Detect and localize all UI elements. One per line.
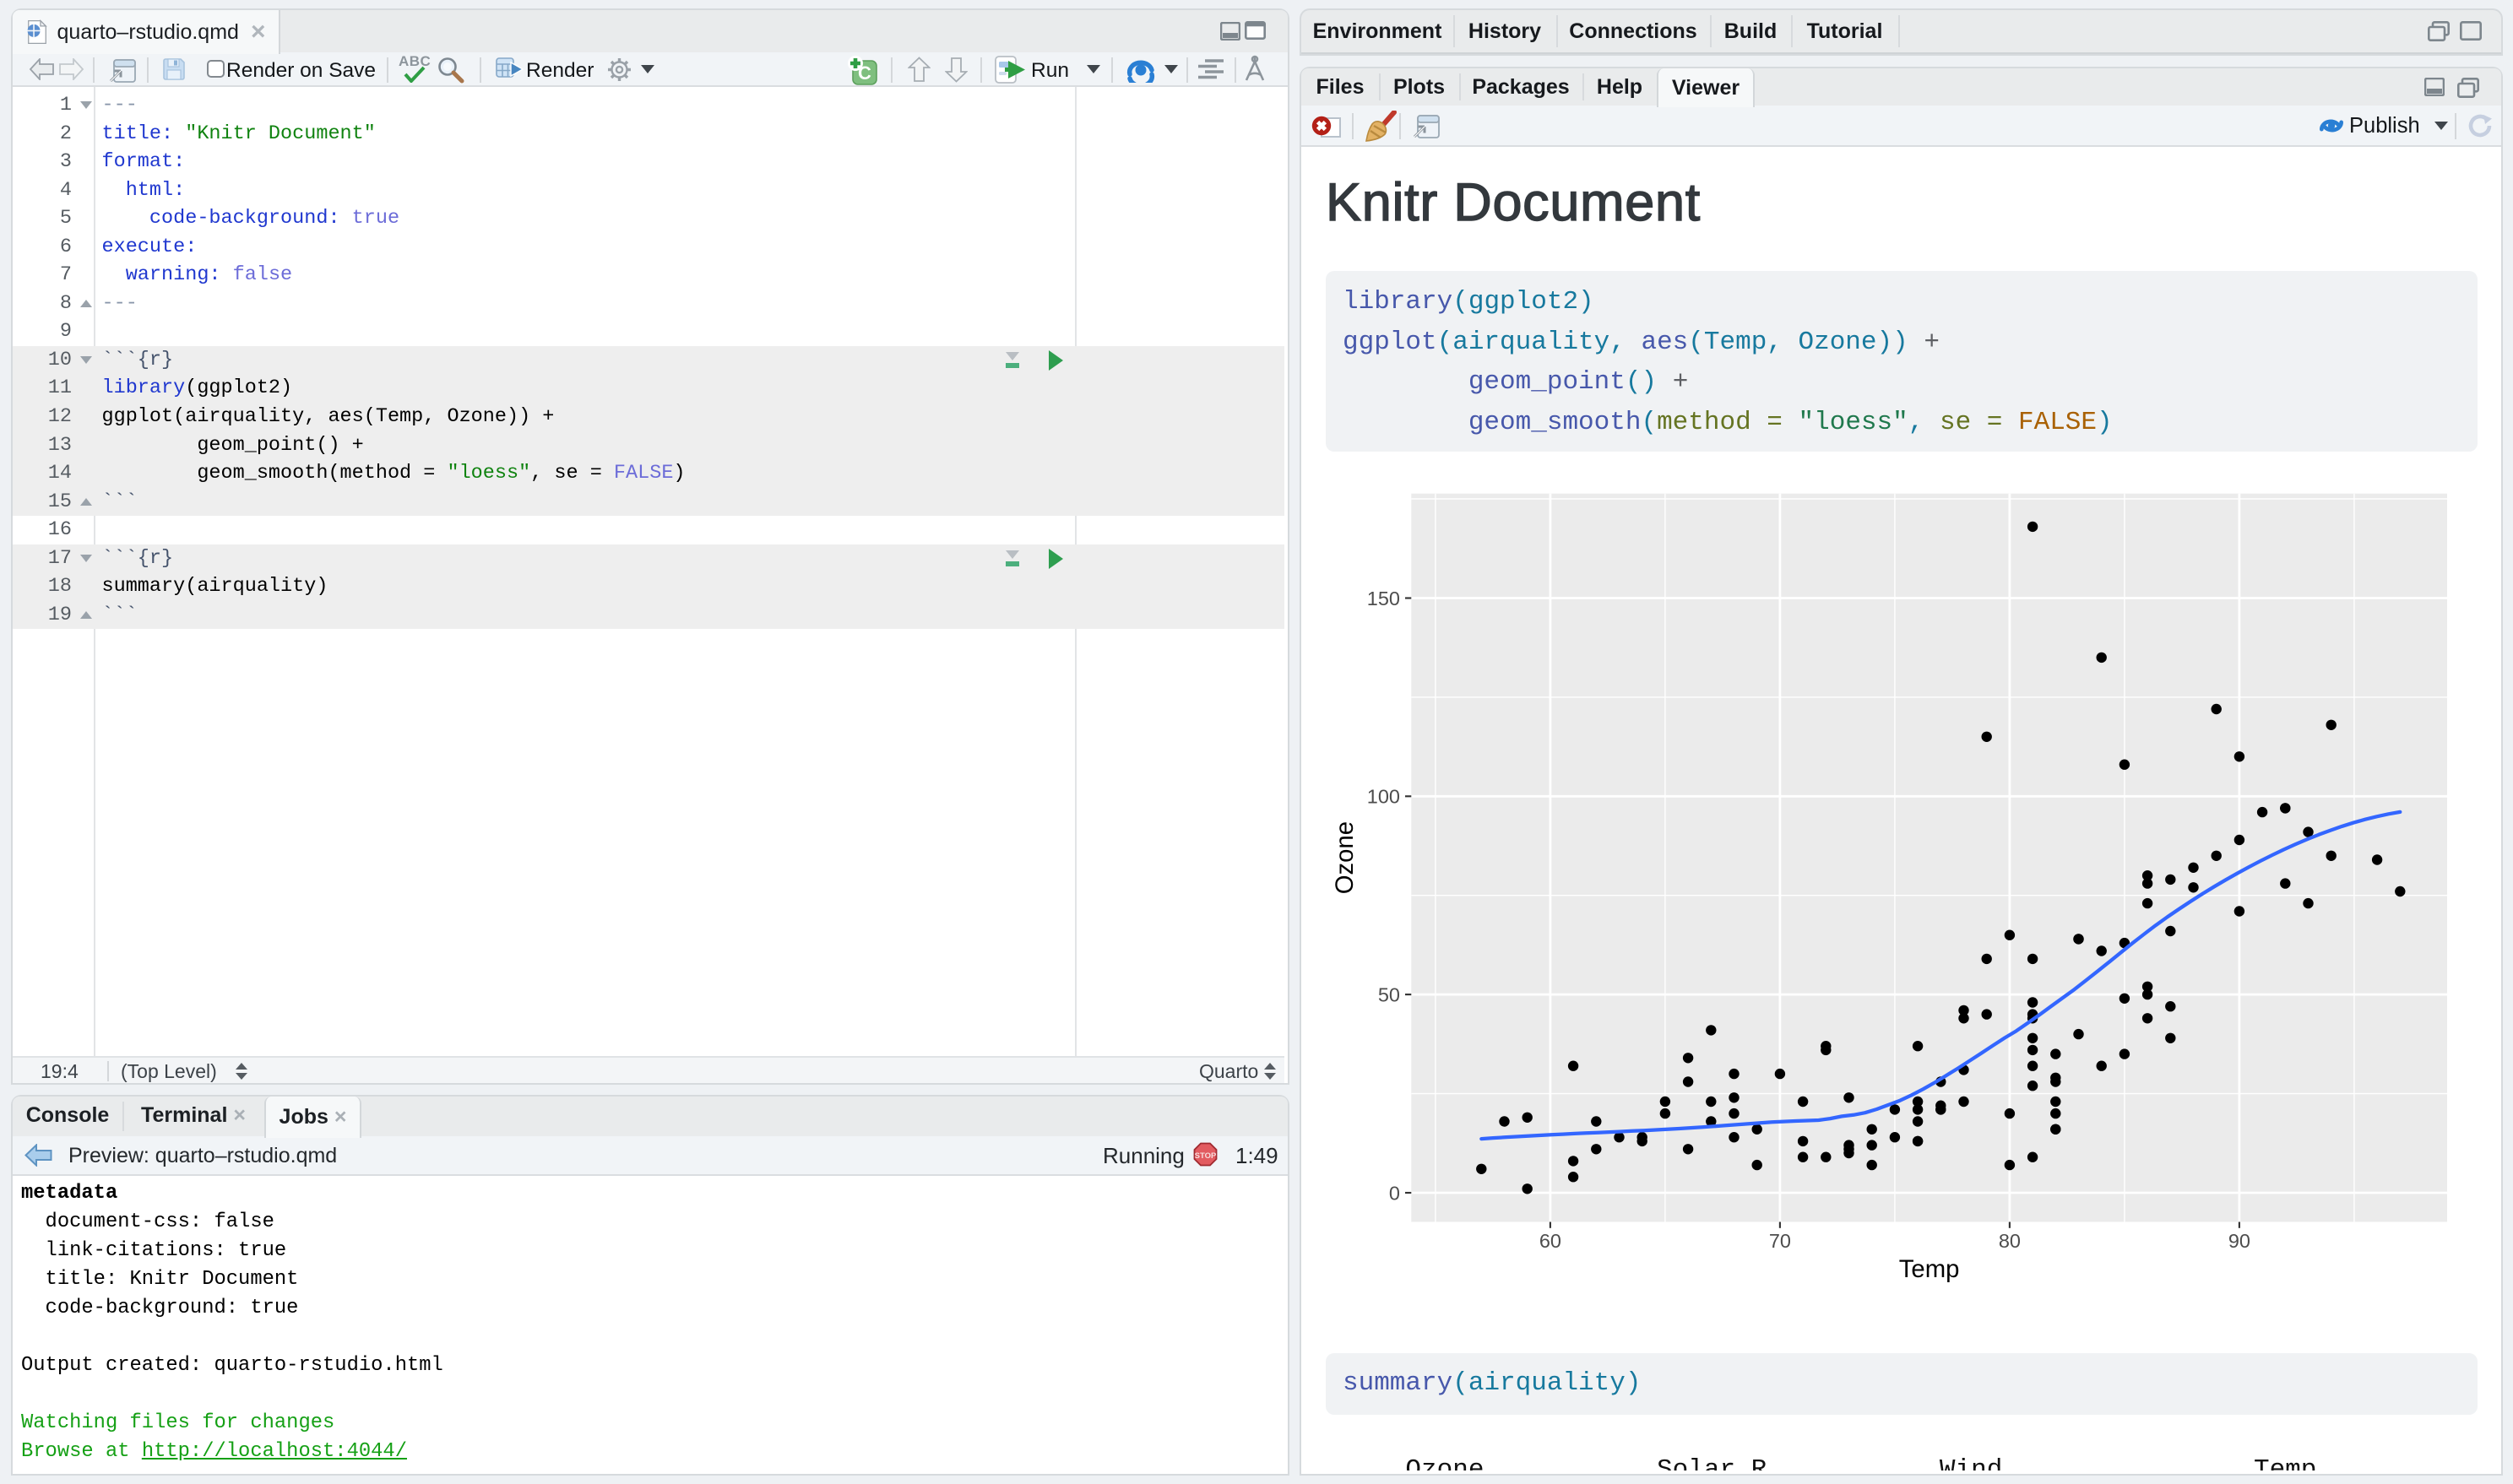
svg-text:150: 150: [1367, 588, 1400, 609]
svg-text:60: 60: [1539, 1230, 1561, 1252]
svg-text:Temp: Temp: [1899, 1255, 1960, 1283]
svg-text:0: 0: [1389, 1182, 1400, 1204]
svg-text:80: 80: [1999, 1230, 2021, 1252]
svg-text:90: 90: [2228, 1230, 2250, 1252]
svg-text:100: 100: [1367, 786, 1400, 808]
svg-text:Ozone: Ozone: [1331, 821, 1359, 894]
svg-text:STOP: STOP: [1195, 1151, 1217, 1161]
svg-text:70: 70: [1769, 1230, 1791, 1252]
svg-text:50: 50: [1378, 984, 1400, 1006]
